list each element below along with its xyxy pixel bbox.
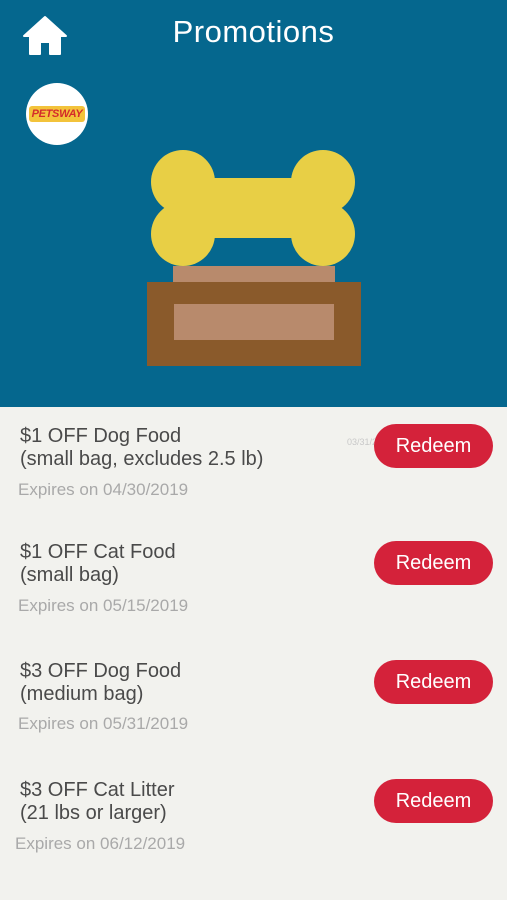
promo-title-line1: $3 OFF Dog Food: [20, 660, 182, 682]
redeem-button[interactable]: Redeem: [374, 660, 493, 704]
logo-text: PETSWAY: [28, 106, 86, 122]
promo-expiry: Expires on 05/31/2019: [18, 714, 189, 733]
promo-title-line2: (small bag): [20, 564, 119, 586]
promo-title-line1: $1 OFF Cat Food: [20, 541, 176, 563]
promo-expiry: Expires on 04/30/2019: [18, 480, 189, 499]
promo-expiry: Expires on 06/12/2019: [15, 834, 186, 853]
promo-title: $3 OFF Dog Food (medium bag): [20, 660, 181, 706]
header-banner: Promotions PETSWAY: [0, 0, 507, 407]
redeem-button[interactable]: Redeem: [374, 541, 493, 585]
promo-title: $1 OFF Dog Food (small bag, excludes 2.5…: [20, 425, 263, 471]
promo-title-line2: (small bag, excludes 2.5 lb): [20, 448, 264, 470]
promo-expiry: Expires on 05/15/2019: [18, 596, 189, 615]
promo-title-line1: $3 OFF Cat Litter: [20, 779, 175, 801]
bone-trophy-icon: [147, 150, 361, 366]
petsway-logo: PETSWAY: [26, 83, 88, 145]
redeem-button[interactable]: Redeem: [374, 424, 493, 468]
promo-title-line2: (21 lbs or larger): [20, 802, 167, 824]
promo-title: $1 OFF Cat Food (small bag): [20, 541, 176, 587]
promo-title: $3 OFF Cat Litter (21 lbs or larger): [20, 779, 175, 825]
page-title: Promotions: [172, 14, 335, 49]
redeem-button[interactable]: Redeem: [374, 779, 493, 823]
promo-title-line2: (medium bag): [20, 683, 144, 705]
promo-title-line1: $1 OFF Dog Food: [20, 425, 182, 447]
